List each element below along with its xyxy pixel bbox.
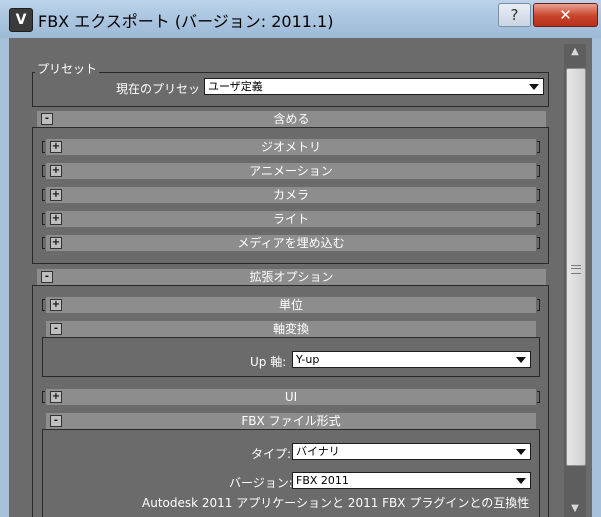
bracket-left <box>42 189 45 201</box>
bracket-left <box>42 299 45 311</box>
ui-label: UI <box>284 390 298 404</box>
light-rollout[interactable]: + ライト <box>42 211 540 227</box>
collapse-toggle-icon[interactable]: - <box>41 113 53 125</box>
up-axis-label: Up 軸: <box>250 355 287 369</box>
expand-toggle-icon[interactable]: + <box>50 189 62 201</box>
units-label: 単位 <box>278 298 303 312</box>
units-rollout[interactable]: + 単位 <box>42 297 540 313</box>
axis-conversion-label: 軸変換 <box>272 322 309 336</box>
bracket-right <box>537 213 540 225</box>
collapse-toggle-icon[interactable]: - <box>50 415 62 427</box>
bracket-right <box>537 189 540 201</box>
version-dropdown[interactable]: FBX 2011 <box>292 472 531 489</box>
window-title: FBX エクスポート (バージョン: 2011.1) <box>38 12 334 31</box>
up-axis-dropdown[interactable]: Y-up <box>292 351 531 368</box>
bracket-left <box>42 213 45 225</box>
expand-toggle-icon[interactable]: + <box>50 391 62 403</box>
bracket-left <box>42 391 45 403</box>
app-icon: V <box>9 8 33 32</box>
close-button[interactable]: ✕ <box>533 3 598 27</box>
bracket-left <box>42 141 45 153</box>
expand-toggle-icon[interactable]: + <box>50 299 62 311</box>
type-value: バイナリ <box>296 445 340 458</box>
version-value: FBX 2011 <box>296 474 349 487</box>
bracket-right <box>537 165 540 177</box>
up-axis-value: Y-up <box>296 353 320 366</box>
chevron-down-icon <box>516 478 526 484</box>
animation-rollout[interactable]: + アニメーション <box>42 163 540 179</box>
axis-conversion-rollout[interactable]: - 軸変換 <box>46 321 536 337</box>
current-preset-value: ユーザ定義 <box>208 80 263 93</box>
camera-rollout[interactable]: + カメラ <box>42 187 540 203</box>
grip-icon <box>571 265 581 274</box>
advanced-options-rollout-header[interactable]: - 拡張オプション <box>37 269 546 285</box>
animation-label: アニメーション <box>249 164 333 178</box>
vertical-scrollbar[interactable]: ▲ ▼ <box>564 44 586 517</box>
chevron-down-icon <box>516 357 526 363</box>
bracket-left <box>42 165 45 177</box>
bracket-right <box>537 237 540 249</box>
expand-toggle-icon[interactable]: + <box>50 213 62 225</box>
geometry-label: ジオメトリ <box>260 140 321 154</box>
geometry-rollout[interactable]: + ジオメトリ <box>42 139 540 155</box>
help-button[interactable]: ? <box>498 3 531 27</box>
preset-group-legend: プリセット <box>35 60 100 77</box>
fbx-file-format-label: FBX ファイル形式 <box>241 414 341 428</box>
expand-toggle-icon[interactable]: + <box>50 141 62 153</box>
type-label: タイプ: <box>251 447 292 461</box>
include-rollout-title: 含める <box>273 112 310 126</box>
light-label: ライト <box>272 212 309 226</box>
ui-rollout[interactable]: + UI <box>42 389 540 405</box>
chevron-down-icon <box>516 449 526 455</box>
current-preset-label: 現在のプリセット: <box>116 82 217 96</box>
title-bar: V FBX エクスポート (バージョン: 2011.1) ? ✕ <box>0 0 601 38</box>
scroll-down-icon[interactable]: ▼ <box>564 501 586 517</box>
compatibility-note: Autodesk 2011 アプリケーションと 2011 FBX プラグインとの… <box>142 496 530 510</box>
bracket-right <box>537 391 540 403</box>
bracket-left <box>42 237 45 249</box>
bracket-right <box>537 141 540 153</box>
embed-media-label: メディアを埋め込む <box>237 236 345 250</box>
current-preset-dropdown[interactable]: ユーザ定義 <box>204 78 544 95</box>
scroll-up-icon[interactable]: ▲ <box>564 44 586 60</box>
window-frame-right <box>592 38 601 517</box>
include-rollout-header[interactable]: - 含める <box>37 111 546 127</box>
window-frame-left <box>0 38 9 517</box>
chevron-down-icon <box>529 84 539 90</box>
fbx-file-format-rollout[interactable]: - FBX ファイル形式 <box>46 413 536 429</box>
scrollbar-thumb[interactable] <box>566 68 586 466</box>
collapse-toggle-icon[interactable]: - <box>50 323 62 335</box>
bracket-right <box>537 299 540 311</box>
advanced-options-title: 拡張オプション <box>249 270 334 284</box>
dialog-content: プリセット 現在のプリセット: ユーザ定義 - 含める + ジオメトリ + アニ… <box>9 38 592 517</box>
type-dropdown[interactable]: バイナリ <box>292 443 531 460</box>
embed-media-rollout[interactable]: + メディアを埋め込む <box>42 235 540 251</box>
version-label: バージョン: <box>229 476 293 490</box>
expand-toggle-icon[interactable]: + <box>50 165 62 177</box>
expand-toggle-icon[interactable]: + <box>50 237 62 249</box>
camera-label: カメラ <box>272 188 309 202</box>
collapse-toggle-icon[interactable]: - <box>41 271 53 283</box>
